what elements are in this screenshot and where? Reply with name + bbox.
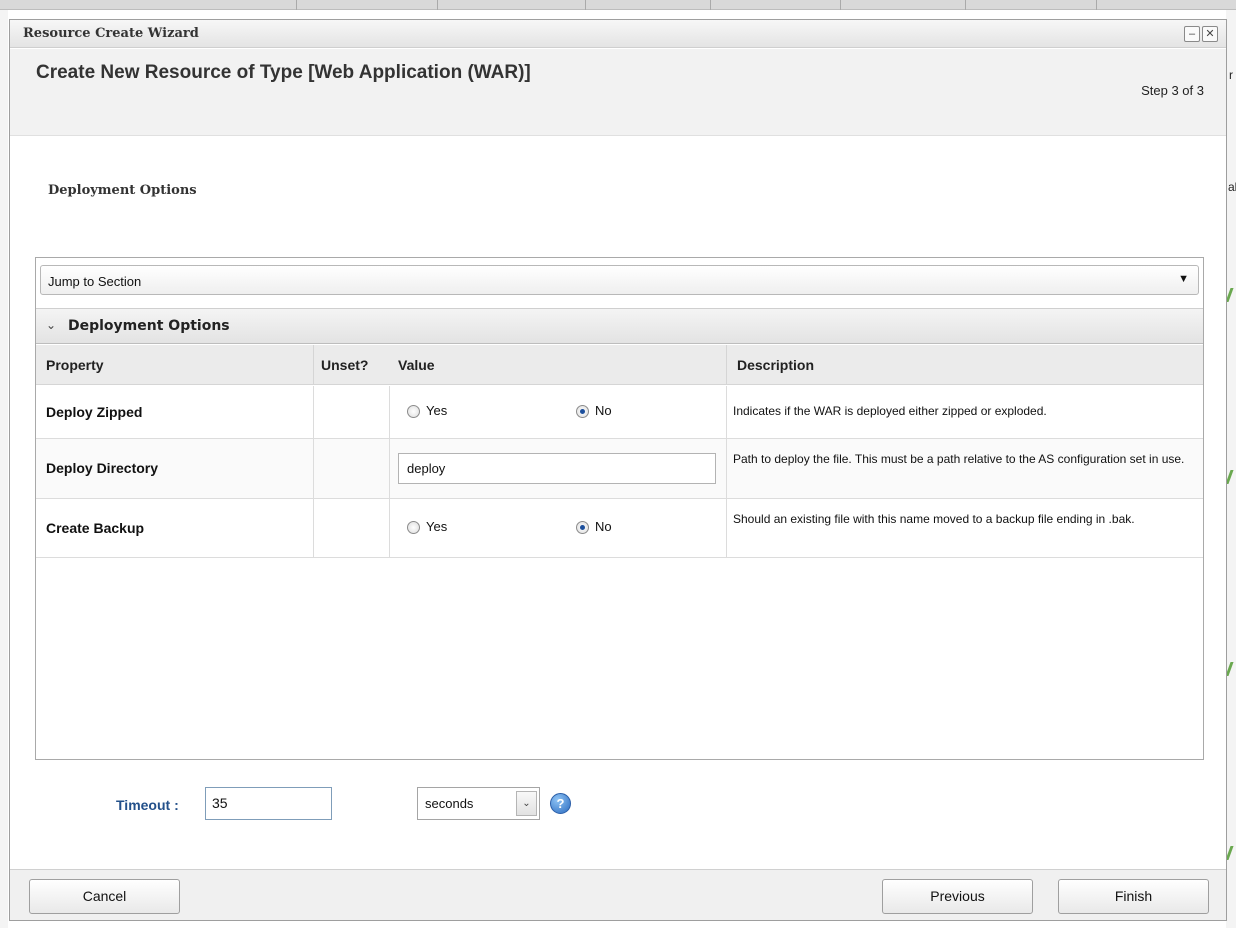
cell-divider: [389, 439, 390, 498]
deploy-zipped-yes-radio[interactable]: [407, 405, 420, 418]
wizard-header: Create New Resource of Type [Web Applica…: [10, 49, 1226, 136]
property-row-deploy-zipped: Deploy Zipped Yes No Indicates if the WA…: [36, 386, 1203, 439]
column-header-label: Property: [46, 357, 104, 373]
property-name: Deploy Zipped: [46, 404, 143, 420]
deployment-options-group-header[interactable]: ⌄ Deployment Options: [36, 308, 1203, 344]
help-icon[interactable]: ?: [550, 793, 571, 814]
finish-button[interactable]: Finish: [1058, 879, 1209, 914]
cell-divider: [726, 386, 727, 438]
create-backup-no-radio[interactable]: [576, 521, 589, 534]
resource-create-wizard-dialog: Resource Create Wizard – ✕ Create New Re…: [9, 19, 1227, 921]
create-backup-yes-radio[interactable]: [407, 521, 420, 534]
cell-divider: [726, 499, 727, 557]
cell-divider: [726, 439, 727, 498]
background-toolbar-divider: [965, 0, 966, 10]
deploy-zipped-no-radio[interactable]: [576, 405, 589, 418]
jump-to-section-label: Jump to Section: [48, 274, 142, 289]
property-description: Should an existing file with this name m…: [733, 512, 1135, 526]
background-right-edge: [1226, 10, 1236, 928]
timeout-unit-select[interactable]: seconds ⌄: [417, 787, 540, 820]
radio-label: Yes: [426, 519, 448, 534]
property-name: Create Backup: [46, 520, 145, 536]
property-description: Path to deploy the file. This must be a …: [733, 452, 1185, 466]
property-row-deploy-directory: Deploy Directory deploy Path to deploy t…: [36, 439, 1203, 499]
column-header-label: Unset?: [321, 357, 369, 373]
cell-divider: [313, 439, 314, 498]
column-header-label: Value: [398, 357, 435, 373]
dropdown-arrow-icon: ▼: [1178, 273, 1189, 285]
timeout-input[interactable]: 35: [205, 787, 332, 820]
timeout-label: Timeout :: [116, 797, 179, 813]
column-header-unset: Unset?: [313, 345, 389, 385]
property-row-create-backup: Create Backup Yes No Should an existing …: [36, 499, 1203, 558]
close-button[interactable]: ✕: [1202, 26, 1218, 42]
background-left-edge: [0, 10, 8, 928]
group-label: Deployment Options: [68, 318, 230, 334]
previous-button[interactable]: Previous: [882, 879, 1033, 914]
section-heading: Deployment Options: [48, 183, 197, 198]
page-title: Create New Resource of Type [Web Applica…: [36, 62, 531, 83]
cell-divider: [313, 386, 314, 438]
deploy-directory-input[interactable]: deploy: [398, 453, 716, 484]
background-toolbar-divider: [585, 0, 586, 10]
background-toolbar-divider: [840, 0, 841, 10]
background-toolbar-divider: [710, 0, 711, 10]
dialog-window-title: Resource Create Wizard: [23, 26, 199, 41]
background-text-fragment: r: [1229, 68, 1233, 82]
jump-to-section-select[interactable]: Jump to Section ▼: [40, 265, 1199, 295]
radio-label: Yes: [426, 403, 448, 418]
step-indicator: Step 3 of 3: [1141, 83, 1204, 98]
radio-label: No: [595, 519, 612, 534]
minimize-icon: –: [1188, 28, 1196, 40]
background-toolbar-divider: [1096, 0, 1097, 10]
timeout-unit-value: seconds: [425, 796, 474, 811]
property-name: Deploy Directory: [46, 460, 159, 476]
dialog-titlebar[interactable]: Resource Create Wizard – ✕: [10, 20, 1226, 48]
cell-divider: [389, 499, 390, 557]
column-header-description: Description: [726, 345, 1203, 385]
chevron-down-icon[interactable]: ⌄: [516, 791, 537, 816]
wizard-footer: Cancel Previous Finish: [10, 869, 1226, 920]
background-text-fragment: al: [1228, 180, 1236, 194]
minimize-button[interactable]: –: [1184, 26, 1200, 42]
background-toolbar-divider: [437, 0, 438, 10]
cell-divider: [313, 499, 314, 557]
cancel-button[interactable]: Cancel: [29, 879, 180, 914]
column-header-property: Property: [36, 345, 313, 385]
property-description: Indicates if the WAR is deployed either …: [733, 404, 1047, 418]
background-toolbar-divider: [296, 0, 297, 10]
cell-divider: [389, 386, 390, 438]
column-header-value: Value: [389, 345, 726, 385]
collapse-chevron-icon[interactable]: ⌄: [46, 318, 56, 332]
close-icon: ✕: [1205, 28, 1215, 40]
radio-label: No: [595, 403, 612, 418]
property-editor-panel: Jump to Section ▼ ⌄ Deployment Options P…: [35, 257, 1204, 760]
background-toolbar: [0, 0, 1236, 10]
column-header-label: Description: [737, 357, 815, 373]
